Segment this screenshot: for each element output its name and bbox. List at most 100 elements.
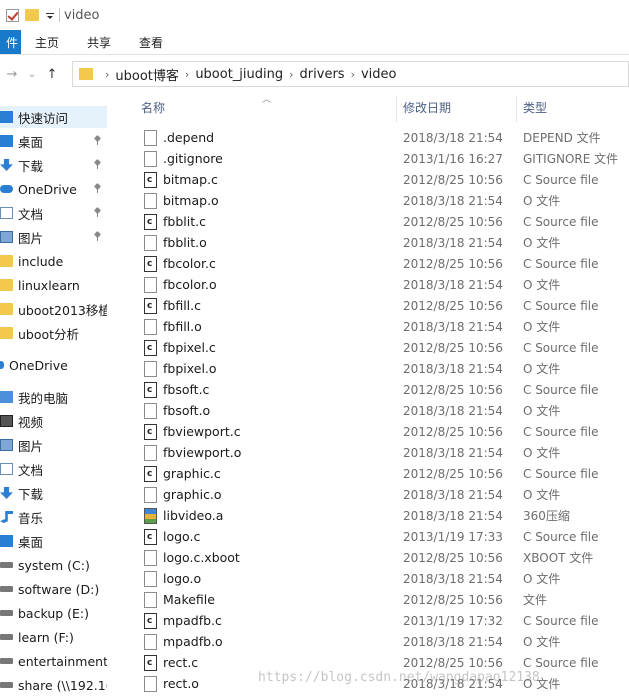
address-bar[interactable]: › uboot博客 › uboot_jiuding › drivers › vi… <box>72 61 629 87</box>
column-header-date[interactable]: 修改日期 <box>403 92 451 122</box>
sidebar-item-label: backup (E:) <box>18 605 90 621</box>
file-row[interactable]: fbfill.o 2018/3/18 21:54 O 文件 <box>107 316 629 337</box>
file-row[interactable]: bitmap.o 2018/3/18 21:54 O 文件 <box>107 190 629 211</box>
sidebar-item[interactable]: system (C:) <box>0 554 107 576</box>
file-type: O 文件 <box>523 278 561 292</box>
column-header-name[interactable]: 名称 <box>141 92 165 122</box>
breadcrumb-drivers[interactable]: drivers <box>300 67 345 82</box>
file-icon <box>144 403 157 419</box>
file-icon <box>144 193 157 209</box>
tab-home[interactable]: 主页 <box>21 30 73 54</box>
cloud-icon <box>0 361 4 369</box>
file-row[interactable]: logo.c.xboot 2012/8/25 10:56 XBOOT 文件 <box>107 547 629 568</box>
sidebar-item[interactable]: 图片 <box>0 434 107 456</box>
file-row[interactable]: fbpixel.o 2018/3/18 21:54 O 文件 <box>107 358 629 379</box>
sidebar-item[interactable]: 文档 <box>0 202 107 224</box>
file-row[interactable]: fbcolor.o 2018/3/18 21:54 O 文件 <box>107 274 629 295</box>
pin-icon[interactable] <box>94 136 101 145</box>
sidebar-item[interactable]: 文档 <box>0 458 107 480</box>
file-row[interactable]: logo.c 2013/1/19 17:33 C Source file <box>107 526 629 547</box>
pin-icon[interactable] <box>94 208 101 217</box>
recent-locations-chevron-icon[interactable]: ⌄ <box>22 64 42 84</box>
file-row[interactable]: graphic.o 2018/3/18 21:54 O 文件 <box>107 484 629 505</box>
file-modified-date: 2018/3/18 21:54 <box>403 277 503 292</box>
sidebar-item[interactable]: 音乐 <box>0 506 107 528</box>
tab-view[interactable]: 查看 <box>125 30 177 54</box>
document-icon <box>0 463 13 475</box>
sidebar-item[interactable]: 下载 <box>0 154 107 176</box>
sidebar-item[interactable]: 视频 <box>0 410 107 432</box>
column-header-type[interactable]: 类型 <box>523 92 547 122</box>
c-source-icon <box>144 382 157 398</box>
pin-icon[interactable] <box>94 160 101 169</box>
file-modified-date: 2018/3/18 21:54 <box>403 403 503 418</box>
file-row[interactable]: libvideo.a 2018/3/18 21:54 360压缩 <box>107 505 629 526</box>
file-row[interactable]: graphic.c 2012/8/25 10:56 C Source file <box>107 463 629 484</box>
file-modified-date: 2012/8/25 10:56 <box>403 340 503 355</box>
file-row[interactable]: fbfill.c 2012/8/25 10:56 C Source file <box>107 295 629 316</box>
tab-share[interactable]: 共享 <box>73 30 125 54</box>
sidebar-item[interactable]: share (\\192.16 <box>0 674 107 696</box>
file-row[interactable]: fbcolor.c 2012/8/25 10:56 C Source file <box>107 253 629 274</box>
breadcrumb-uboot-blog[interactable]: uboot博客 <box>115 65 179 84</box>
file-row[interactable]: Makefile 2012/8/25 10:56 文件 <box>107 589 629 610</box>
properties-icon[interactable] <box>6 8 19 22</box>
sidebar-item[interactable]: OneDrive <box>0 354 107 376</box>
new-folder-icon[interactable] <box>25 9 39 21</box>
sidebar-item[interactable]: linuxlearn <box>0 274 107 296</box>
tab-file[interactable]: 件 <box>0 30 21 54</box>
sidebar-item[interactable]: 下载 <box>0 482 107 504</box>
file-row[interactable]: fbsoft.c 2012/8/25 10:56 C Source file <box>107 379 629 400</box>
sidebar-item-label: software (D:) <box>18 581 100 597</box>
chevron-right-icon[interactable]: › <box>185 68 189 81</box>
forward-arrow-icon[interactable]: → <box>2 64 22 84</box>
file-row[interactable]: mpadfb.o 2018/3/18 21:54 O 文件 <box>107 631 629 652</box>
file-row[interactable]: fbsoft.o 2018/3/18 21:54 O 文件 <box>107 400 629 421</box>
sidebar-item[interactable]: include <box>0 250 107 272</box>
sidebar-item[interactable]: 桌面 <box>0 130 107 152</box>
file-row[interactable]: fbviewport.c 2012/8/25 10:56 C Source file <box>107 421 629 442</box>
file-row[interactable]: fbviewport.o 2018/3/18 21:54 O 文件 <box>107 442 629 463</box>
sidebar-item-label: OneDrive <box>9 357 68 373</box>
file-row[interactable]: .gitignore 2013/1/16 16:27 GITIGNORE 文件 <box>107 148 629 169</box>
file-row[interactable]: bitmap.c 2012/8/25 10:56 C Source file <box>107 169 629 190</box>
customize-toolbar-icon[interactable] <box>45 10 55 20</box>
chevron-right-icon[interactable]: › <box>289 68 293 81</box>
sidebar-item[interactable]: software (D:) <box>0 578 107 600</box>
sidebar-item[interactable]: learn (F:) <box>0 626 107 648</box>
file-row[interactable]: fbpixel.c 2012/8/25 10:56 C Source file <box>107 337 629 358</box>
sidebar-item[interactable]: 桌面 <box>0 530 107 552</box>
file-icon <box>144 151 157 167</box>
chevron-right-icon[interactable]: › <box>105 68 109 81</box>
file-modified-date: 2018/3/18 21:54 <box>403 487 503 502</box>
chevron-right-icon[interactable]: › <box>351 68 355 81</box>
sidebar-item[interactable]: backup (E:) <box>0 602 107 624</box>
file-name: fbblit.o <box>163 235 207 250</box>
file-row[interactable]: logo.o 2018/3/18 21:54 O 文件 <box>107 568 629 589</box>
file-modified-date: 2012/8/25 10:56 <box>403 382 503 397</box>
file-row[interactable]: .depend 2018/3/18 21:54 DEPEND 文件 <box>107 127 629 148</box>
column-divider[interactable] <box>516 96 517 122</box>
sidebar-item[interactable]: uboot2013移植 <box>0 298 107 320</box>
breadcrumb-video[interactable]: video <box>361 67 397 82</box>
file-name: fbsoft.c <box>163 382 210 397</box>
file-row[interactable]: fbblit.o 2018/3/18 21:54 O 文件 <box>107 232 629 253</box>
up-arrow-icon[interactable]: ↑ <box>42 64 62 84</box>
pin-icon[interactable] <box>94 184 101 193</box>
sidebar-item[interactable]: entertainment ( <box>0 650 107 672</box>
sidebar-item[interactable]: 快速访问 <box>0 106 107 128</box>
c-source-icon <box>144 256 157 272</box>
file-modified-date: 2018/3/18 21:54 <box>403 235 503 250</box>
file-row[interactable]: fbblit.c 2012/8/25 10:56 C Source file <box>107 211 629 232</box>
file-modified-date: 2013/1/19 17:32 <box>403 613 503 628</box>
file-row[interactable]: mpadfb.c 2013/1/19 17:32 C Source file <box>107 610 629 631</box>
column-divider[interactable] <box>396 96 397 122</box>
file-name: fbcolor.o <box>163 277 217 292</box>
sidebar-item[interactable]: uboot分析 <box>0 322 107 344</box>
pin-icon[interactable] <box>94 232 101 241</box>
cloud-icon <box>0 185 13 193</box>
sidebar-item[interactable]: 我的电脑 <box>0 386 107 408</box>
sidebar-item[interactable]: OneDrive <box>0 178 107 200</box>
sidebar-item[interactable]: 图片 <box>0 226 107 248</box>
breadcrumb-uboot-jiuding[interactable]: uboot_jiuding <box>195 67 283 82</box>
